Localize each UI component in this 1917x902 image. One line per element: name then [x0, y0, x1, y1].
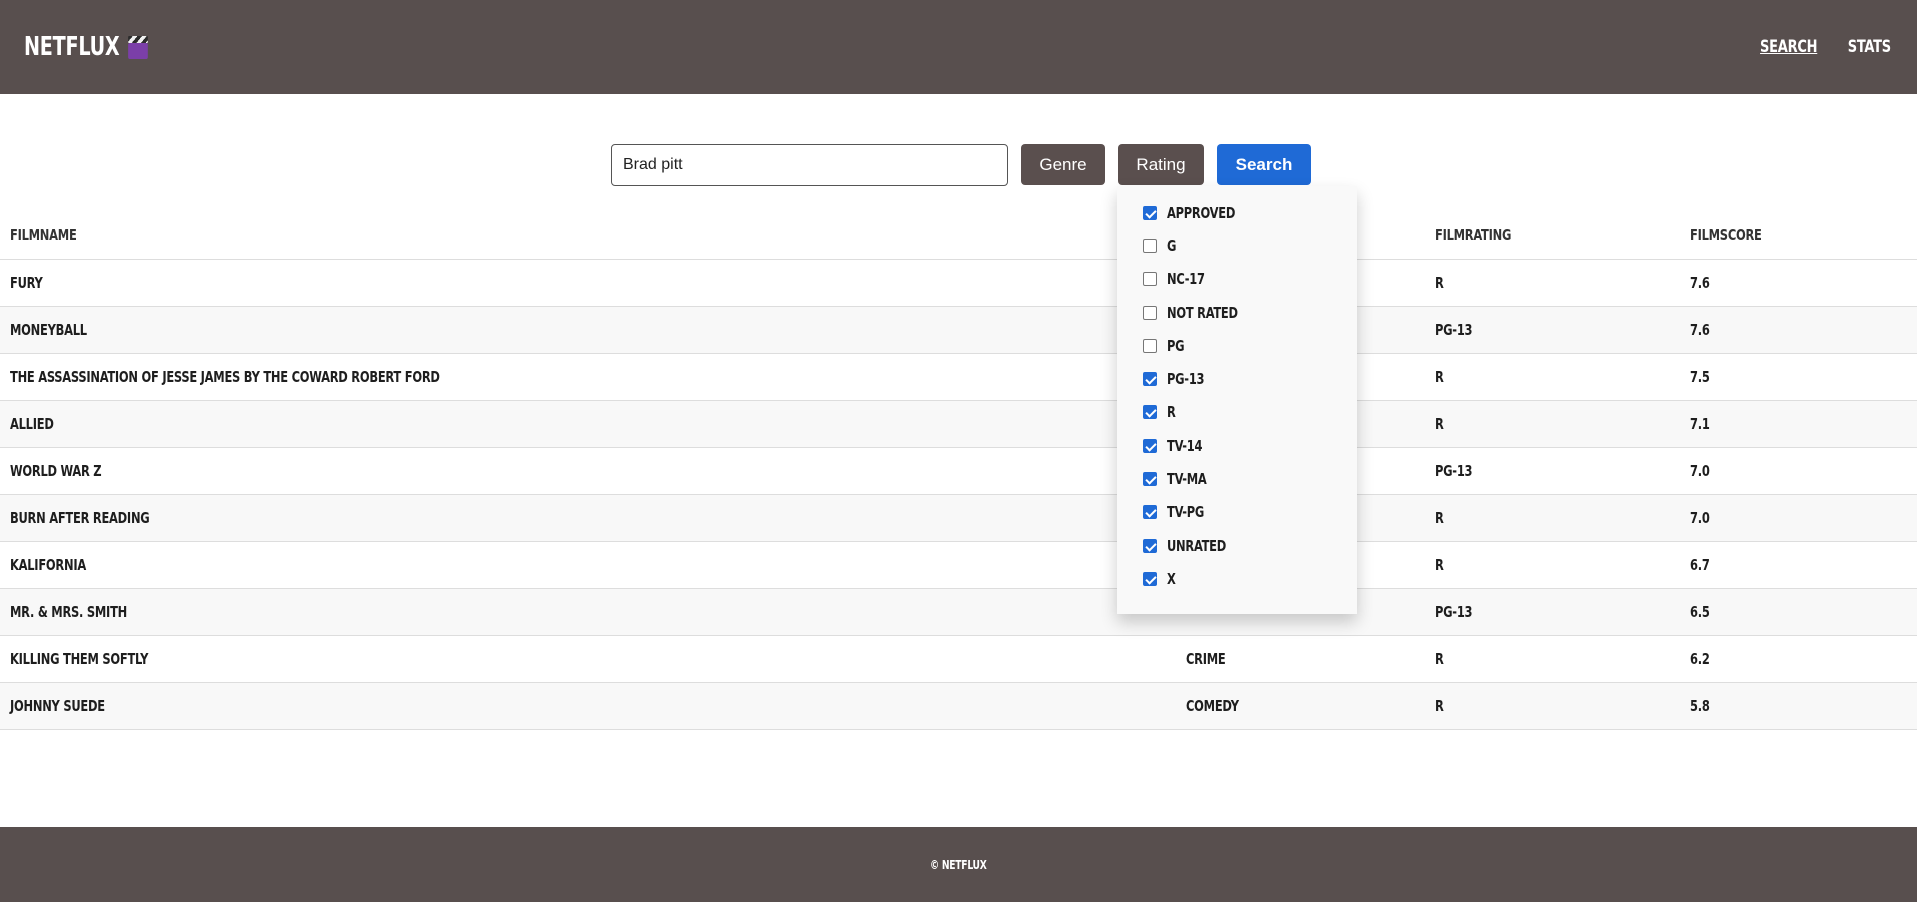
checkbox[interactable]	[1143, 505, 1157, 520]
film-name: BURN AFTER READING	[0, 494, 1176, 542]
table-row[interactable]: MR. & MRS. SMITH PG-13 6.5	[0, 588, 1917, 636]
rating-option-label: NOT RATED	[1167, 303, 1238, 322]
rating-option-r[interactable]: R	[1143, 396, 1357, 429]
film-rating: PG-13	[1425, 588, 1680, 636]
rating-option-pg-13[interactable]: PG-13	[1143, 362, 1357, 395]
table-row[interactable]: ALLIED R 7.1	[0, 400, 1917, 448]
film-name: THE ASSASSINATION OF JESSE JAMES BY THE …	[0, 353, 1176, 401]
rating-option-label: R	[1167, 403, 1176, 422]
rating-option-tv-ma[interactable]: TV-MA	[1143, 462, 1357, 495]
search-button[interactable]: Search	[1217, 144, 1311, 185]
film-rating: R	[1425, 541, 1680, 589]
film-rating: R	[1425, 400, 1680, 448]
rating-option-label: UNRATED	[1167, 536, 1227, 555]
film-score: 5.8	[1680, 682, 1917, 730]
checkbox[interactable]	[1143, 571, 1157, 586]
column-header-filmscore: FILMSCORE	[1680, 212, 1917, 260]
table-row[interactable]: MONEYBALL PG-13 7.6	[0, 306, 1917, 354]
film-rating: R	[1425, 494, 1680, 542]
film-rating: R	[1425, 635, 1680, 683]
film-rating: R	[1425, 353, 1680, 401]
film-score: 7.0	[1680, 447, 1917, 495]
rating-option-unrated[interactable]: UNRATED	[1143, 529, 1357, 562]
rating-option-label: PG	[1167, 336, 1185, 355]
rating-option-nc-17[interactable]: NC-17	[1143, 263, 1357, 296]
table-row[interactable]: JOHNNY SUEDE COMEDY R 5.8	[0, 682, 1917, 730]
rating-filter-button[interactable]: Rating	[1118, 144, 1204, 185]
table-row[interactable]: BURN AFTER READING R 7.0	[0, 494, 1917, 542]
rating-option-x[interactable]: X	[1143, 562, 1357, 595]
clapperboard-icon	[128, 34, 149, 60]
rating-option-label: TV-MA	[1167, 470, 1207, 489]
rating-option-label: G	[1167, 236, 1177, 255]
rating-option-g[interactable]: G	[1143, 229, 1357, 262]
table-row[interactable]: WORLD WAR Z PG-13 7.0	[0, 447, 1917, 495]
film-name: MONEYBALL	[0, 306, 1176, 354]
checkbox[interactable]	[1143, 272, 1157, 287]
copyright-text: © NETFLUX	[930, 857, 987, 872]
rating-option-tv-pg[interactable]: TV-PG	[1143, 496, 1357, 529]
film-genre: CRIME	[1176, 635, 1425, 683]
film-name: JOHNNY SUEDE	[0, 682, 1176, 730]
film-genre: COMEDY	[1176, 682, 1425, 730]
rating-option-label: PG-13	[1167, 370, 1205, 389]
film-name: ALLIED	[0, 400, 1176, 448]
film-rating: PG-13	[1425, 306, 1680, 354]
table-row[interactable]: KALIFORNIA R 6.7	[0, 541, 1917, 589]
rating-option-not-rated[interactable]: NOT RATED	[1143, 296, 1357, 329]
rating-option-label: NC-17	[1167, 270, 1205, 289]
main-nav: SEARCH STATS	[1755, 37, 1895, 57]
checkbox[interactable]	[1143, 405, 1157, 420]
column-header-filmrating: FILMRATING	[1425, 212, 1680, 260]
film-rating: R	[1425, 259, 1680, 307]
film-score: 7.0	[1680, 494, 1917, 542]
table-row[interactable]: THE ASSASSINATION OF JESSE JAMES BY THE …	[0, 353, 1917, 401]
rating-option-label: TV-14	[1167, 436, 1203, 455]
checkbox[interactable]	[1143, 472, 1157, 487]
film-score: 7.5	[1680, 353, 1917, 401]
search-bar: Genre Rating Search	[611, 144, 1311, 186]
nav-link-stats[interactable]: STATS	[1848, 37, 1891, 57]
checkbox[interactable]	[1143, 372, 1157, 387]
table-row[interactable]: FURY R 7.6	[0, 259, 1917, 307]
rating-option-label: TV-PG	[1167, 503, 1205, 522]
column-header-filmname: FILMNAME	[0, 212, 1176, 260]
film-score: 7.1	[1680, 400, 1917, 448]
rating-option-label: X	[1167, 569, 1176, 588]
logo-text: NETFLUX	[24, 32, 120, 62]
film-name: FURY	[0, 259, 1176, 307]
film-score: 7.6	[1680, 259, 1917, 307]
film-score: 7.6	[1680, 306, 1917, 354]
table-row[interactable]: KILLING THEM SOFTLY CRIME R 6.2	[0, 635, 1917, 683]
rating-option-label: APPROVED	[1167, 203, 1236, 222]
rating-option-tv-14[interactable]: TV-14	[1143, 429, 1357, 462]
film-rating: PG-13	[1425, 447, 1680, 495]
nav-link-search[interactable]: SEARCH	[1760, 37, 1817, 57]
film-score: 6.7	[1680, 541, 1917, 589]
logo[interactable]: NETFLUX	[24, 32, 149, 62]
film-score: 6.5	[1680, 588, 1917, 636]
checkbox[interactable]	[1143, 338, 1157, 353]
rating-option-approved[interactable]: APPROVED	[1143, 196, 1357, 229]
checkbox[interactable]	[1143, 238, 1157, 253]
footer: © NETFLUX	[0, 827, 1917, 902]
checkbox[interactable]	[1143, 538, 1157, 553]
film-rating: R	[1425, 682, 1680, 730]
checkbox[interactable]	[1143, 438, 1157, 453]
film-name: KILLING THEM SOFTLY	[0, 635, 1176, 683]
film-name: KALIFORNIA	[0, 541, 1176, 589]
genre-filter-button[interactable]: Genre	[1021, 144, 1105, 185]
checkbox[interactable]	[1143, 205, 1157, 220]
results-table: FILMNAME FILMRATING FILMSCORE FURY R 7.6…	[0, 212, 1917, 730]
film-name: MR. & MRS. SMITH	[0, 588, 1176, 636]
rating-option-pg[interactable]: PG	[1143, 329, 1357, 362]
rating-filter-dropdown: APPROVED G NC-17 NOT RATED PG PG-13 R TV…	[1117, 186, 1357, 614]
top-nav-bar: NETFLUX SEARCH STATS	[0, 0, 1917, 94]
checkbox[interactable]	[1143, 305, 1157, 320]
table-header-row: FILMNAME FILMRATING FILMSCORE	[0, 212, 1917, 260]
film-score: 6.2	[1680, 635, 1917, 683]
film-name: WORLD WAR Z	[0, 447, 1176, 495]
search-input[interactable]	[611, 144, 1008, 186]
